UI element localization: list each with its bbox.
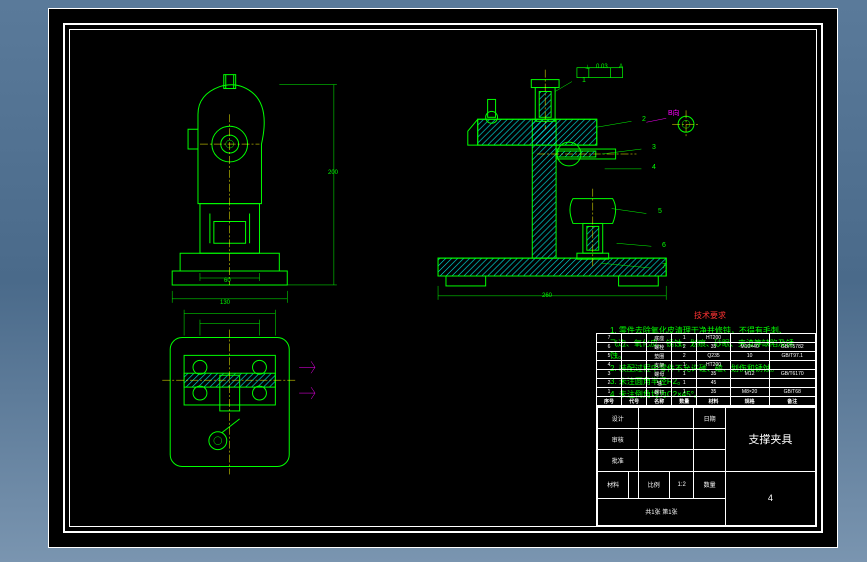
tb-scale-h: 比例 xyxy=(638,471,669,498)
tb-mat-h: 材料 xyxy=(598,471,629,498)
callout-2: 2 xyxy=(642,116,646,123)
frame-outer: 200 130 60 260 ⊥ 0.03 A B向 1 2 3 4 5 6 7… xyxy=(63,23,823,533)
tb-date: 日期 xyxy=(694,408,725,429)
tb-approved: 批准 xyxy=(598,450,639,471)
section-view xyxy=(438,68,666,300)
tb-qty-h: 数量 xyxy=(694,471,725,498)
dim-d1: 60 xyxy=(224,278,231,284)
gd-ref: A xyxy=(619,64,623,70)
dim-width: 130 xyxy=(220,300,230,306)
tb-checked: 审核 xyxy=(598,429,639,450)
callout-1: 1 xyxy=(582,77,586,84)
tb-designed: 设计 xyxy=(598,408,639,429)
bom-table: 7底座1HT2006螺栓235M10×40GB/T57825垫圈2Q23510G… xyxy=(596,333,816,406)
drawing-title: 支撑夹具 xyxy=(725,408,815,472)
title-block: 设计 日期 支撑夹具 审核 批准 材料 xyxy=(596,406,816,526)
callout-3: 3 xyxy=(652,144,656,151)
callout-7: 7 xyxy=(662,263,666,270)
callout-6: 6 xyxy=(662,242,666,249)
detail-label: B向 xyxy=(668,108,680,118)
gd-val: 0.03 xyxy=(596,64,608,70)
notes-title: 技术要求 xyxy=(610,310,810,323)
frame-inner: 200 130 60 260 ⊥ 0.03 A B向 1 2 3 4 5 6 7… xyxy=(69,29,817,527)
plan-view xyxy=(162,310,315,475)
front-view xyxy=(172,75,337,303)
dim-height: 200 xyxy=(328,170,338,176)
gd-sym: ⊥ xyxy=(585,64,590,71)
callout-4: 4 xyxy=(652,164,656,171)
callout-5: 5 xyxy=(658,208,662,215)
dim-base: 260 xyxy=(542,293,552,299)
tb-scale: 1:2 xyxy=(669,471,694,498)
tb-sheet: 共1张 第1张 xyxy=(598,498,726,525)
drawing-sheet[interactable]: 200 130 60 260 ⊥ 0.03 A B向 1 2 3 4 5 6 7… xyxy=(48,8,838,548)
